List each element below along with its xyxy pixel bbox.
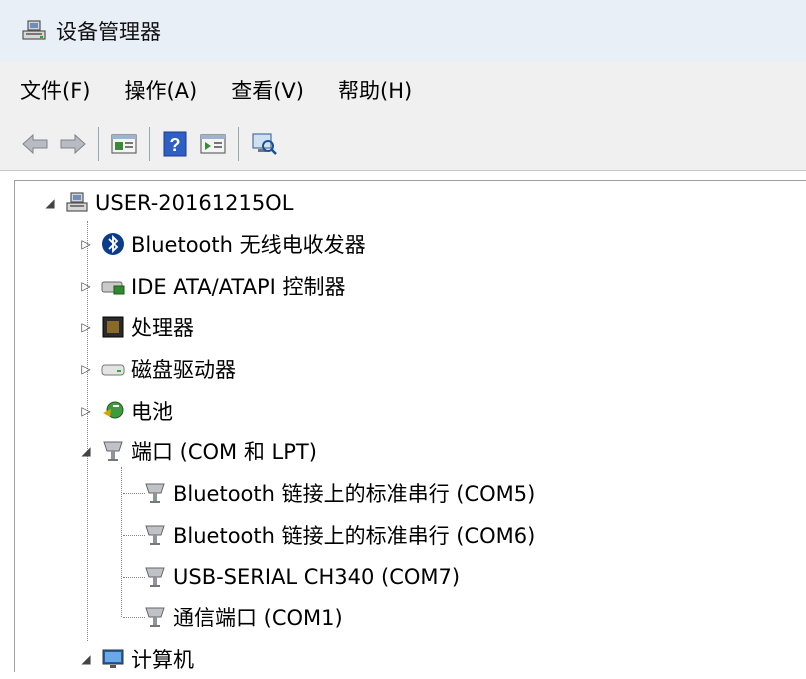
port-item-label: Bluetooth 链接上的标准串行 (COM5) (173, 482, 536, 506)
tree-item-label: 磁盘驱动器 (131, 358, 236, 382)
view-icon (200, 134, 226, 154)
menu-file[interactable]: 文件(F) (20, 75, 90, 105)
processor-icon (102, 316, 124, 338)
computer-monitor-icon (102, 649, 124, 668)
scan-hardware-icon (252, 133, 277, 155)
forward-icon (60, 133, 86, 155)
back-icon (22, 133, 48, 155)
menu-action[interactable]: 操作(A) (124, 75, 197, 105)
battery-icon (103, 401, 124, 419)
menu-bar: 文件(F) 操作(A) 查看(V) 帮助(H) (0, 62, 806, 119)
port-icon (145, 607, 165, 627)
expand-arrow-icon[interactable]: ▷ (79, 362, 93, 376)
toolbar-separator (149, 127, 150, 161)
properties-button[interactable] (109, 129, 139, 159)
tree-item-label: 计算机 (131, 648, 194, 672)
tree-root[interactable]: ◢ USER-20161215OL (43, 183, 293, 223)
expand-arrow-icon[interactable]: ▷ (79, 237, 93, 251)
tree-item-label: 端口 (COM 和 LPT) (131, 440, 317, 464)
tree-connector (123, 577, 145, 578)
port-icon (145, 567, 165, 587)
back-button[interactable] (20, 129, 50, 159)
toolbar: ? (0, 118, 806, 171)
port-item-label: 通信端口 (COM1) (173, 606, 343, 630)
tree-item-label: IDE ATA/ATAPI 控制器 (131, 275, 346, 299)
device-manager-icon (22, 20, 46, 40)
view-button[interactable] (198, 129, 228, 159)
ide-controller-icon (101, 281, 125, 295)
tree-item-bluetooth[interactable]: ▷ Bluetooth 无线电收发器 (79, 224, 366, 264)
forward-button[interactable] (58, 129, 88, 159)
computer-icon (66, 192, 88, 212)
help-icon: ? (163, 131, 187, 157)
tree-connector (121, 467, 122, 617)
device-tree[interactable]: ◢ USER-20161215OL ▷ Bluetooth 无线电收发器 ▷ I… (14, 180, 806, 672)
tree-item-label: 电池 (131, 400, 173, 424)
port-item-label: USB-SERIAL CH340 (COM7) (173, 565, 461, 589)
tree-item-label: 处理器 (131, 316, 194, 340)
window-title: 设备管理器 (56, 20, 161, 44)
collapse-arrow-icon[interactable]: ◢ (79, 444, 93, 458)
expand-arrow-icon[interactable]: ▷ (79, 404, 93, 418)
menu-help[interactable]: 帮助(H) (338, 75, 412, 105)
port-icon (145, 483, 165, 503)
port-item-com1[interactable]: 通信端口 (COM1) (143, 597, 343, 637)
tree-item-disk[interactable]: ▷ 磁盘驱动器 (79, 349, 236, 389)
properties-icon (111, 134, 137, 154)
expand-arrow-icon[interactable]: ▷ (79, 279, 93, 293)
tree-item-ide[interactable]: ▷ IDE ATA/ATAPI 控制器 (79, 266, 346, 306)
scan-hardware-button[interactable] (249, 129, 279, 159)
tree-root-label: USER-20161215OL (95, 191, 294, 215)
port-icon (103, 441, 123, 461)
tree-item-processor[interactable]: ▷ 处理器 (79, 307, 194, 347)
toolbar-separator (238, 127, 239, 161)
port-item-com5[interactable]: Bluetooth 链接上的标准串行 (COM5) (143, 473, 535, 513)
bluetooth-icon (102, 233, 124, 255)
port-item-com7[interactable]: USB-SERIAL CH340 (COM7) (143, 557, 460, 597)
tree-item-label: Bluetooth 无线电收发器 (131, 233, 366, 257)
toolbar-separator (98, 127, 99, 161)
tree-connector (123, 535, 145, 536)
collapse-arrow-icon[interactable]: ◢ (43, 196, 57, 210)
title-bar: 设备管理器 (0, 0, 806, 62)
disk-drive-icon (101, 364, 125, 376)
tree-connector (123, 493, 145, 494)
menu-view[interactable]: 查看(V) (231, 75, 304, 105)
expand-arrow-icon[interactable]: ▷ (79, 320, 93, 334)
tree-connector (123, 617, 145, 618)
help-button[interactable]: ? (160, 129, 190, 159)
tree-item-computer[interactable]: ◢ 计算机 (79, 639, 194, 679)
collapse-arrow-icon[interactable]: ◢ (79, 652, 93, 666)
port-item-label: Bluetooth 链接上的标准串行 (COM6) (173, 524, 536, 548)
svg-text:?: ? (170, 135, 181, 155)
tree-item-battery[interactable]: ▷ 电池 (79, 391, 173, 431)
port-icon (145, 525, 165, 545)
port-item-com6[interactable]: Bluetooth 链接上的标准串行 (COM6) (143, 515, 535, 555)
tree-item-ports[interactable]: ◢ 端口 (COM 和 LPT) (79, 431, 317, 471)
